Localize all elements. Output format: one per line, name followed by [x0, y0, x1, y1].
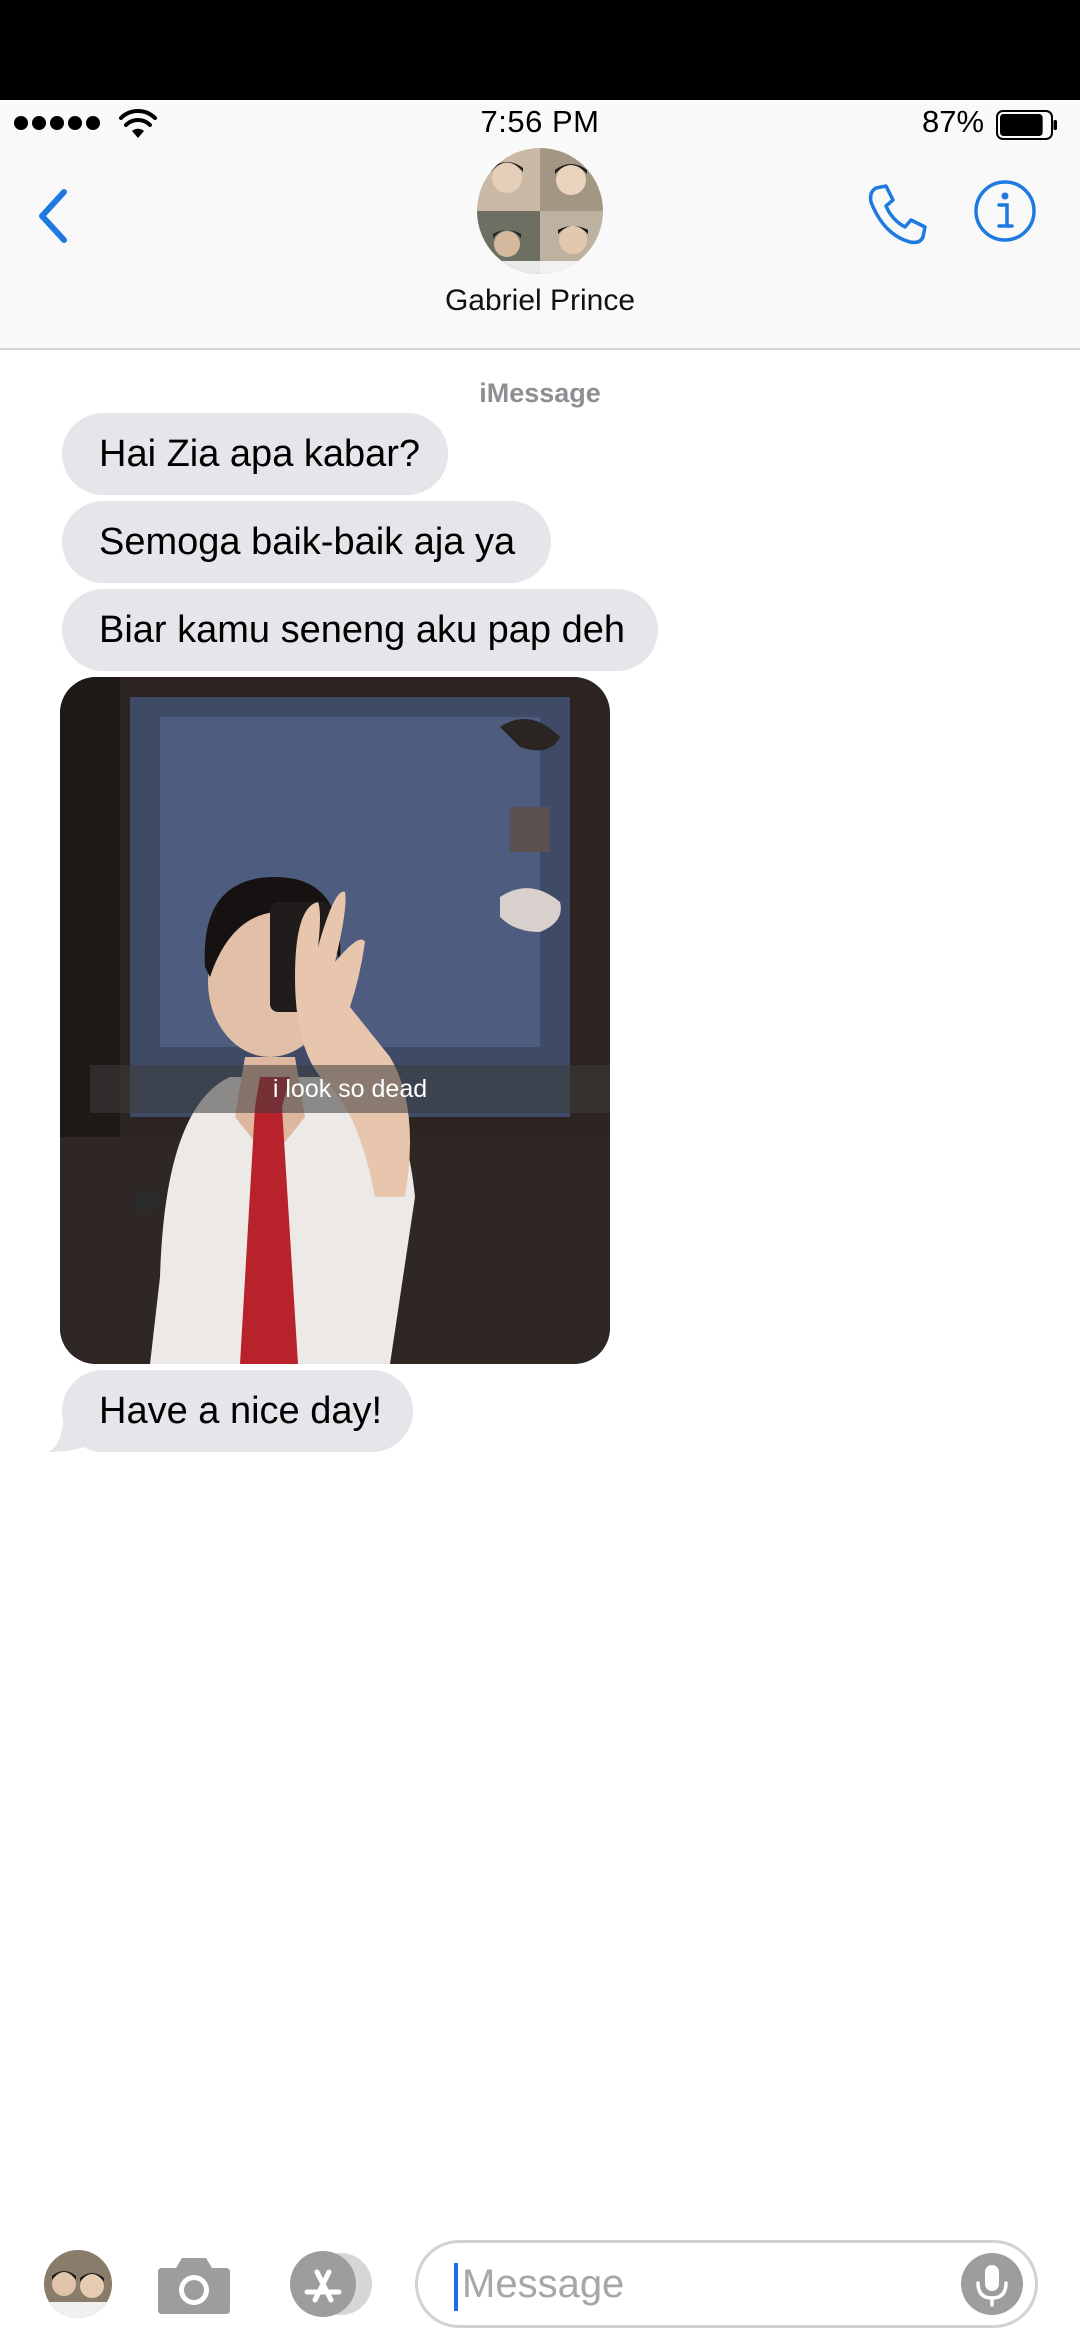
message-input[interactable]	[462, 2243, 962, 2325]
camera-icon[interactable]	[156, 2254, 232, 2316]
photo-message[interactable]: i look so dead	[60, 677, 610, 1364]
message-bubble[interactable]: Have a nice day!	[62, 1370, 413, 1452]
text-cursor	[454, 2263, 458, 2311]
message-bubble[interactable]: Hai Zia apa kabar?	[62, 413, 448, 495]
memoji-button[interactable]	[44, 2250, 112, 2318]
message-bubble[interactable]: Biar kamu seneng aku pap deh	[62, 589, 658, 671]
composer-bar	[0, 2220, 1080, 2340]
status-time: 7:56 PM	[480, 104, 600, 139]
conversation-header: Gabriel Prince	[0, 148, 1080, 350]
microphone-button[interactable]	[961, 2253, 1023, 2315]
microphone-icon	[976, 2265, 1008, 2307]
battery-percentage: 87%	[922, 104, 985, 139]
message-input-container[interactable]	[415, 2240, 1038, 2328]
top-black-bar	[0, 0, 1080, 100]
battery-icon	[996, 110, 1057, 140]
photo-caption: i look so dead	[90, 1065, 610, 1113]
back-chevron-icon[interactable]	[30, 178, 90, 258]
message-bubble[interactable]: Semoga baik-baik aja ya	[62, 501, 551, 583]
contact-avatar[interactable]	[477, 148, 603, 274]
imessage-label: iMessage	[479, 378, 601, 408]
selfie-photo	[60, 677, 610, 1364]
contact-name[interactable]: Gabriel Prince	[0, 284, 1080, 318]
app-store-icon[interactable]	[283, 2250, 375, 2318]
status-bar: 7:56 PM 87%	[0, 100, 1080, 148]
info-icon[interactable]	[972, 178, 1038, 244]
phone-icon[interactable]	[862, 180, 932, 250]
